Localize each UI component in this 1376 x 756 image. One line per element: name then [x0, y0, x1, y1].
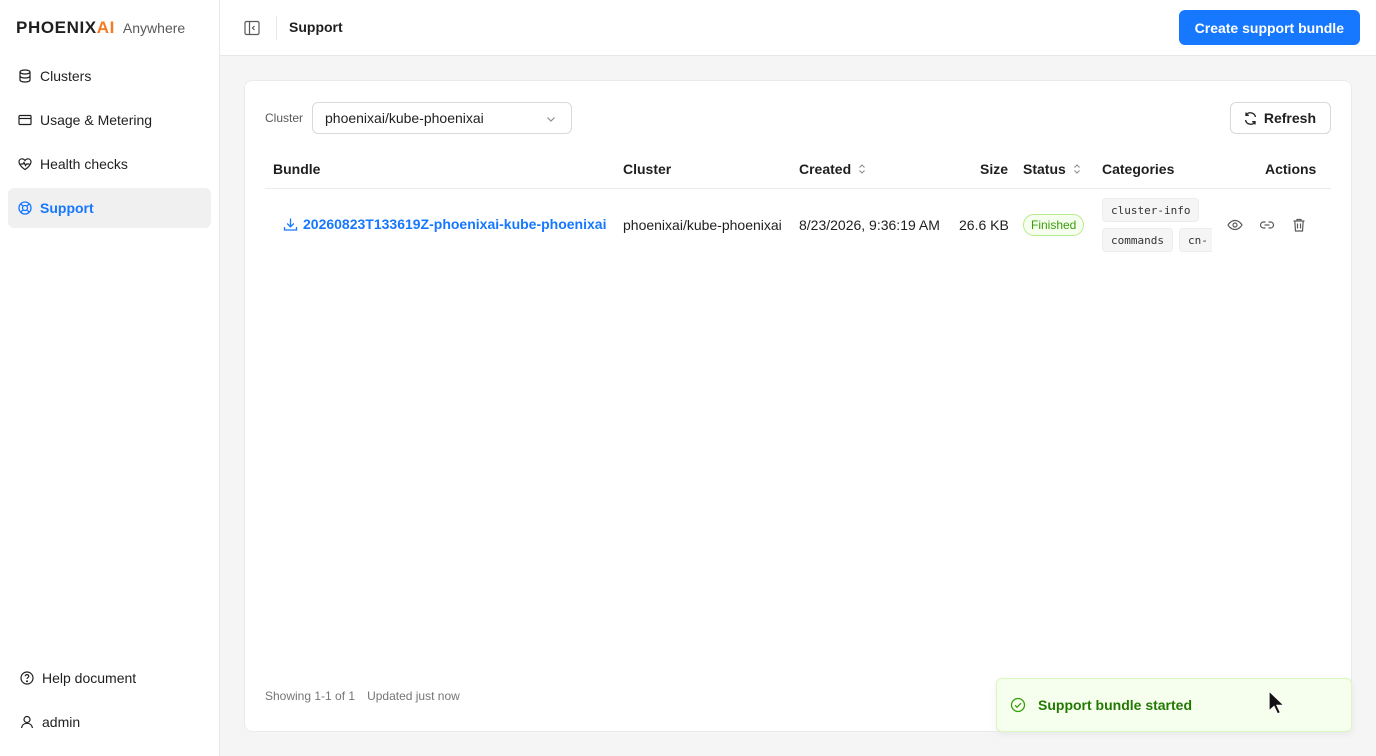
- check-circle-icon: [1010, 697, 1026, 713]
- sidebar-item-label: Help document: [42, 670, 137, 686]
- refresh-label: Refresh: [1263, 110, 1316, 126]
- pagination-summary: Showing 1-1 of 1: [265, 689, 356, 703]
- refresh-button[interactable]: Refresh: [1229, 102, 1331, 134]
- user-icon: [20, 715, 34, 729]
- bundles-card: Cluster phoenixai/kube-phoenixai Refresh…: [244, 80, 1352, 732]
- row-actions: [1225, 216, 1321, 234]
- sidebar: PHOENIXAI Anywhere Clusters Usage & Mete…: [0, 0, 220, 756]
- category-tag: cn-: [1179, 228, 1212, 252]
- sidebar-item-label: Support: [40, 200, 94, 216]
- refresh-icon: [1243, 111, 1258, 126]
- sidebar-item-support[interactable]: Support: [8, 188, 211, 228]
- sort-icon: [857, 163, 867, 175]
- sidebar-item-usage-metering[interactable]: Usage & Metering: [8, 100, 211, 140]
- header-divider: [276, 16, 277, 40]
- sidebar-item-health-checks[interactable]: Health checks: [8, 144, 211, 184]
- categories-cell: cluster-info commands cn-: [1102, 190, 1212, 260]
- category-tag: cluster-info: [1102, 198, 1200, 222]
- sidebar-collapse-icon: [244, 20, 260, 36]
- sidebar-item-label: Usage & Metering: [40, 112, 153, 128]
- bundle-download-link[interactable]: 20260823T133619Z-phoenixai-kube-phoenixa…: [283, 216, 606, 232]
- column-status[interactable]: Status: [1023, 161, 1082, 177]
- table-footer: Showing 1-1 of 1 Updated just now: [265, 689, 460, 703]
- cluster-select[interactable]: phoenixai/kube-phoenixai: [312, 102, 572, 134]
- logo-brand: PHOENIXAI: [16, 18, 115, 37]
- status-badge: Finished: [1023, 214, 1085, 236]
- user-menu[interactable]: admin: [8, 702, 211, 742]
- mouse-cursor-icon: [1268, 689, 1286, 719]
- category-tag: commands: [1102, 228, 1173, 252]
- sidebar-item-label: Clusters: [40, 68, 92, 84]
- cell-size: 26.6 KB: [959, 217, 1009, 233]
- header: Support Create support bundle: [220, 0, 1376, 56]
- chevron-down-icon: [545, 112, 557, 128]
- column-cluster: Cluster: [623, 161, 672, 177]
- table-header: Bundle Cluster Created Size Status Categ…: [265, 147, 1331, 189]
- column-created[interactable]: Created: [799, 161, 867, 177]
- column-size: Size: [980, 161, 1009, 177]
- cell-created: 8/23/2026, 9:36:19 AM: [799, 217, 940, 233]
- cluster-filter-label: Cluster: [265, 111, 304, 125]
- cell-cluster: phoenixai/kube-phoenixai: [623, 217, 782, 233]
- download-icon: [283, 217, 298, 232]
- logo-subtitle: Anywhere: [122, 20, 186, 36]
- link-icon[interactable]: [1257, 216, 1277, 234]
- sidebar-item-label: Health checks: [40, 156, 128, 172]
- help-circle-icon: [20, 671, 34, 685]
- delete-icon[interactable]: [1289, 216, 1309, 234]
- database-icon: [18, 69, 32, 83]
- username: admin: [42, 714, 81, 730]
- help-document-link[interactable]: Help document: [8, 658, 211, 698]
- logo[interactable]: PHOENIXAI Anywhere: [16, 18, 185, 38]
- sidebar-item-clusters[interactable]: Clusters: [8, 56, 211, 96]
- collapse-sidebar-button[interactable]: [242, 18, 262, 38]
- toast-notification: Support bundle started: [996, 678, 1352, 732]
- updated-status: Updated just now: [367, 689, 460, 703]
- sort-icon: [1072, 163, 1082, 175]
- sidebar-bottom: Help document admin: [8, 658, 211, 746]
- card-icon: [18, 113, 32, 127]
- cluster-select-value: phoenixai/kube-phoenixai: [325, 110, 484, 126]
- lifebuoy-icon: [18, 201, 32, 215]
- create-support-bundle-button[interactable]: Create support bundle: [1178, 10, 1360, 45]
- main-content: Cluster phoenixai/kube-phoenixai Refresh…: [220, 56, 1376, 756]
- sidebar-nav: Clusters Usage & Metering Health checks …: [8, 56, 211, 232]
- table-row: 20260823T133619Z-phoenixai-kube-phoenixa…: [265, 190, 1331, 260]
- column-categories: Categories: [1102, 161, 1175, 177]
- view-icon[interactable]: [1225, 216, 1245, 234]
- page-title: Support: [289, 19, 343, 35]
- toast-message: Support bundle started: [1038, 697, 1192, 713]
- heart-pulse-icon: [18, 157, 32, 171]
- column-actions: Actions: [1265, 161, 1317, 177]
- column-bundle: Bundle: [273, 161, 321, 177]
